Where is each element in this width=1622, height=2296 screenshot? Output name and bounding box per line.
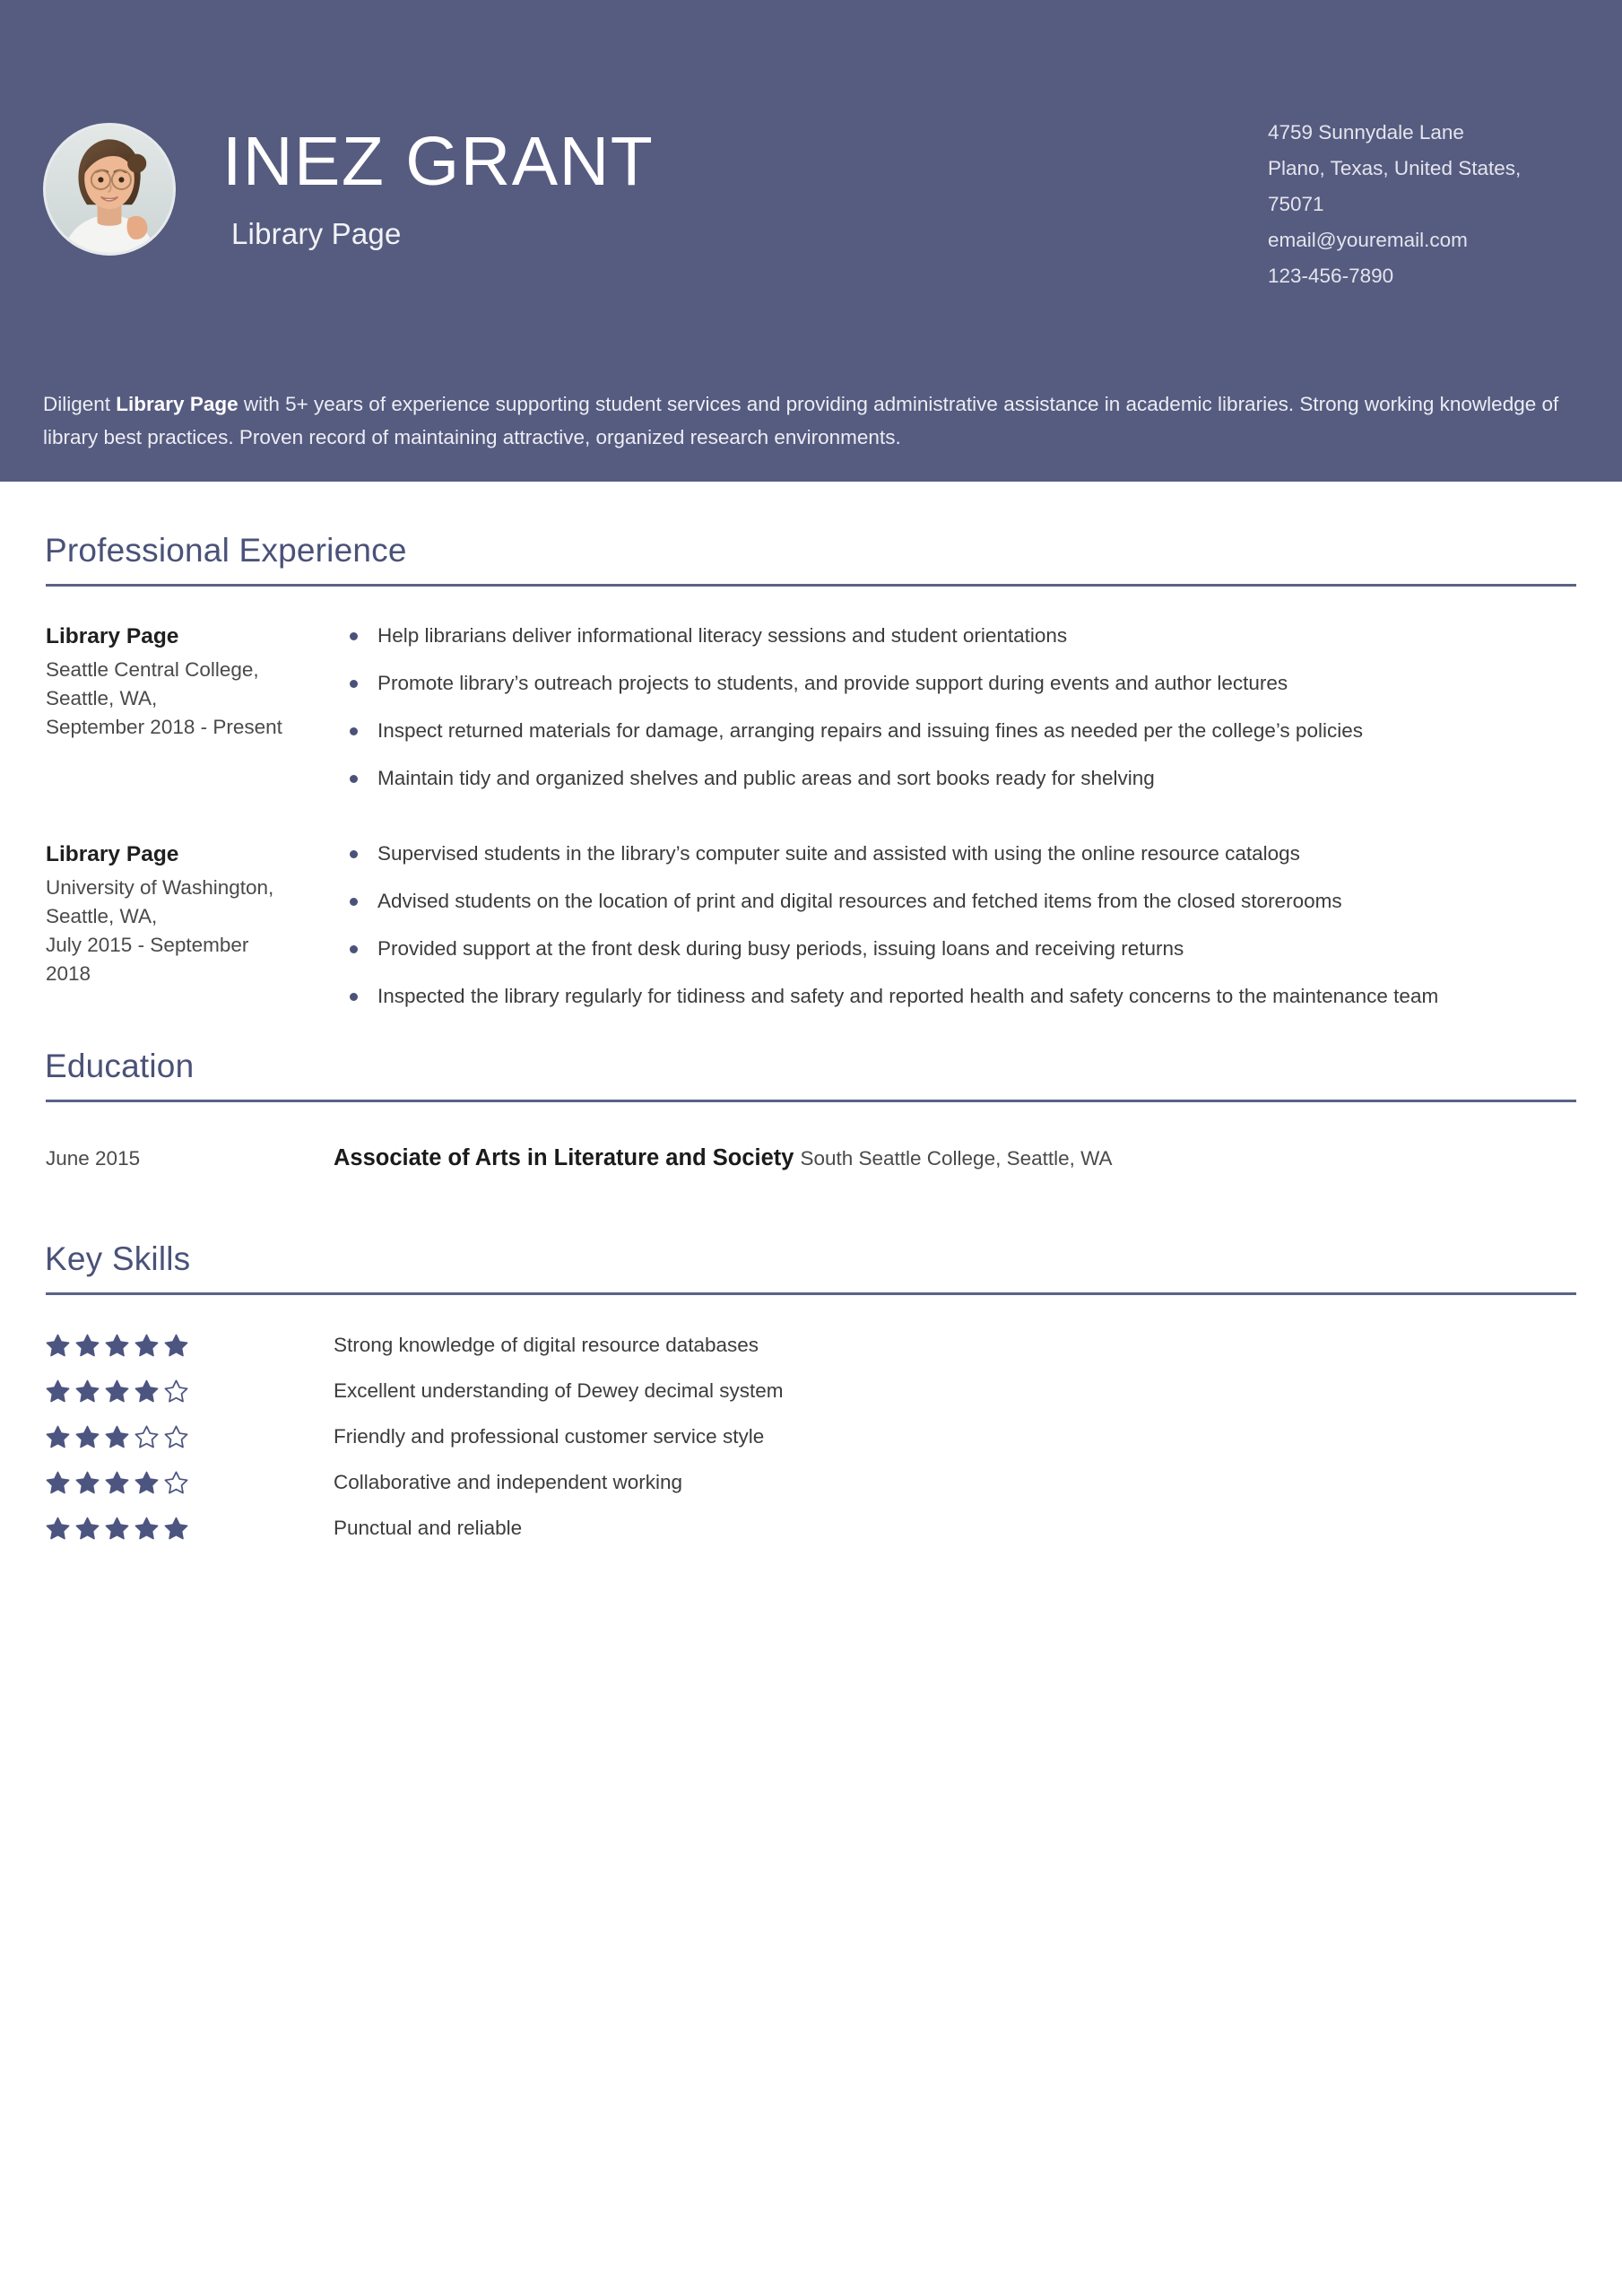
star-filled-icon — [46, 1425, 70, 1448]
contact-address-line2: Plano, Texas, United States, — [1268, 157, 1522, 179]
resume-header: INEZ GRANT Library Page 4759 Sunnydale L… — [0, 0, 1622, 482]
avatar-photo-icon — [46, 126, 173, 253]
skill-row: Friendly and professional customer servi… — [46, 1413, 1576, 1459]
experience-entry-right: Help librarians deliver informational li… — [297, 622, 1576, 792]
skill-label: Punctual and reliable — [334, 1516, 523, 1539]
education-date: June 2015 — [46, 1147, 141, 1170]
star-empty-icon — [164, 1425, 188, 1448]
experience-entry: Library Page Seattle Central College, Se… — [46, 622, 1576, 792]
contact-email[interactable]: email@youremail.com — [1268, 222, 1573, 258]
section-title-experience: Professional Experience — [45, 532, 407, 569]
summary-after: with 5+ years of experience supporting s… — [43, 393, 1559, 448]
resume-page: INEZ GRANT Library Page 4759 Sunnydale L… — [0, 0, 1622, 2296]
avatar — [43, 123, 176, 256]
star-filled-icon — [105, 1334, 129, 1356]
star-filled-icon — [75, 1517, 100, 1539]
section-education: Education June 2015 Associate of Arts in… — [0, 1010, 1622, 1173]
skill-row: Excellent understanding of Dewey decimal… — [46, 1368, 1576, 1413]
contact-block: 4759 Sunnydale Lane Plano, Texas, United… — [1268, 115, 1573, 294]
section-experience: Professional Experience Library Page Sea… — [0, 482, 1622, 1010]
skill-label: Friendly and professional customer servi… — [334, 1424, 765, 1448]
education-degree: Associate of Arts in Literature and Soci… — [334, 1145, 794, 1170]
list-item: Help librarians deliver informational li… — [334, 622, 1576, 649]
star-empty-icon — [134, 1425, 159, 1448]
star-filled-icon — [164, 1334, 188, 1356]
experience-bullets: Help librarians deliver informational li… — [334, 622, 1576, 792]
skill-row: Punctual and reliable — [46, 1505, 1576, 1551]
star-empty-icon — [164, 1471, 188, 1493]
star-filled-icon — [105, 1517, 129, 1539]
skill-rating — [46, 1471, 297, 1494]
experience-entry-left: Library Page University of Washington, S… — [46, 840, 297, 1010]
skills-list: Strong knowledge of digital resource dat… — [0, 1322, 1622, 1551]
star-filled-icon — [105, 1425, 129, 1448]
contact-phone[interactable]: 123-456-7890 — [1268, 258, 1573, 294]
skill-label: Excellent understanding of Dewey decimal… — [334, 1378, 784, 1402]
section-skills: Key Skills Strong knowledge of digital r… — [0, 1173, 1622, 1551]
star-filled-icon — [46, 1334, 70, 1356]
skill-rating — [46, 1517, 297, 1540]
star-filled-icon — [75, 1471, 100, 1493]
star-filled-icon — [134, 1517, 159, 1539]
section-title-skills: Key Skills — [45, 1240, 191, 1277]
star-filled-icon — [75, 1425, 100, 1448]
section-divider — [46, 1100, 1576, 1102]
star-filled-icon — [105, 1379, 129, 1402]
job-title: Library Page — [231, 217, 402, 250]
star-filled-icon — [46, 1471, 70, 1493]
skill-rating — [46, 1379, 297, 1403]
list-item: Maintain tidy and organized shelves and … — [334, 765, 1576, 792]
section-divider — [46, 1292, 1576, 1295]
experience-dates: September 2018 - Present — [46, 716, 282, 738]
list-item: Promote library’s outreach projects to s… — [334, 670, 1576, 697]
list-item: Advised students on the location of prin… — [334, 888, 1576, 915]
list-item: Supervised students in the library’s com… — [334, 840, 1576, 867]
experience-bullets: Supervised students in the library’s com… — [334, 840, 1576, 1010]
star-filled-icon — [75, 1379, 100, 1402]
skill-label: Strong knowledge of digital resource dat… — [334, 1333, 759, 1356]
summary-before: Diligent — [43, 393, 117, 415]
section-title-education: Education — [45, 1048, 195, 1084]
experience-entry-right: Supervised students in the library’s com… — [297, 840, 1576, 1010]
contact-postal-code: 75071 — [1268, 193, 1324, 215]
skill-row: Collaborative and independent working — [46, 1459, 1576, 1505]
contact-address-line1: 4759 Sunnydale Lane — [1268, 121, 1464, 144]
skill-rating — [46, 1425, 297, 1448]
section-divider — [46, 584, 1576, 587]
name-block: INEZ GRANT Library Page — [222, 126, 1119, 251]
star-filled-icon — [134, 1379, 159, 1402]
star-filled-icon — [134, 1471, 159, 1493]
education-detail: Associate of Arts in Literature and Soci… — [297, 1144, 1576, 1173]
profile-summary: Diligent Library Page with 5+ years of e… — [43, 387, 1576, 454]
experience-dates: July 2015 - September 2018 — [46, 934, 249, 985]
experience-employer: University of Washington, Seattle, WA, — [46, 876, 274, 927]
resume-body: Professional Experience Library Page Sea… — [0, 482, 1622, 1551]
skill-row: Strong knowledge of digital resource dat… — [46, 1322, 1576, 1368]
star-empty-icon — [164, 1379, 188, 1402]
star-filled-icon — [134, 1334, 159, 1356]
list-item: Inspected the library regularly for tidi… — [334, 983, 1576, 1010]
star-filled-icon — [46, 1379, 70, 1402]
list-item: Provided support at the front desk durin… — [334, 935, 1576, 962]
education-entry: June 2015 Associate of Arts in Literatur… — [46, 1144, 1576, 1173]
star-filled-icon — [105, 1471, 129, 1493]
education-institution: South Seattle College, Seattle, WA — [800, 1147, 1113, 1170]
skill-rating — [46, 1334, 297, 1357]
page-title: INEZ GRANT — [222, 123, 655, 200]
skill-label: Collaborative and independent working — [334, 1470, 683, 1493]
experience-entry: Library Page University of Washington, S… — [46, 840, 1576, 1010]
experience-employer: Seattle Central College, Seattle, WA, — [46, 658, 259, 709]
experience-role: Library Page — [46, 842, 179, 866]
summary-bold: Library Page — [116, 393, 239, 415]
experience-entry-left: Library Page Seattle Central College, Se… — [46, 622, 297, 792]
star-filled-icon — [164, 1517, 188, 1539]
experience-role: Library Page — [46, 624, 179, 648]
star-filled-icon — [46, 1517, 70, 1539]
list-item: Inspect returned materials for damage, a… — [334, 718, 1576, 744]
star-filled-icon — [75, 1334, 100, 1356]
